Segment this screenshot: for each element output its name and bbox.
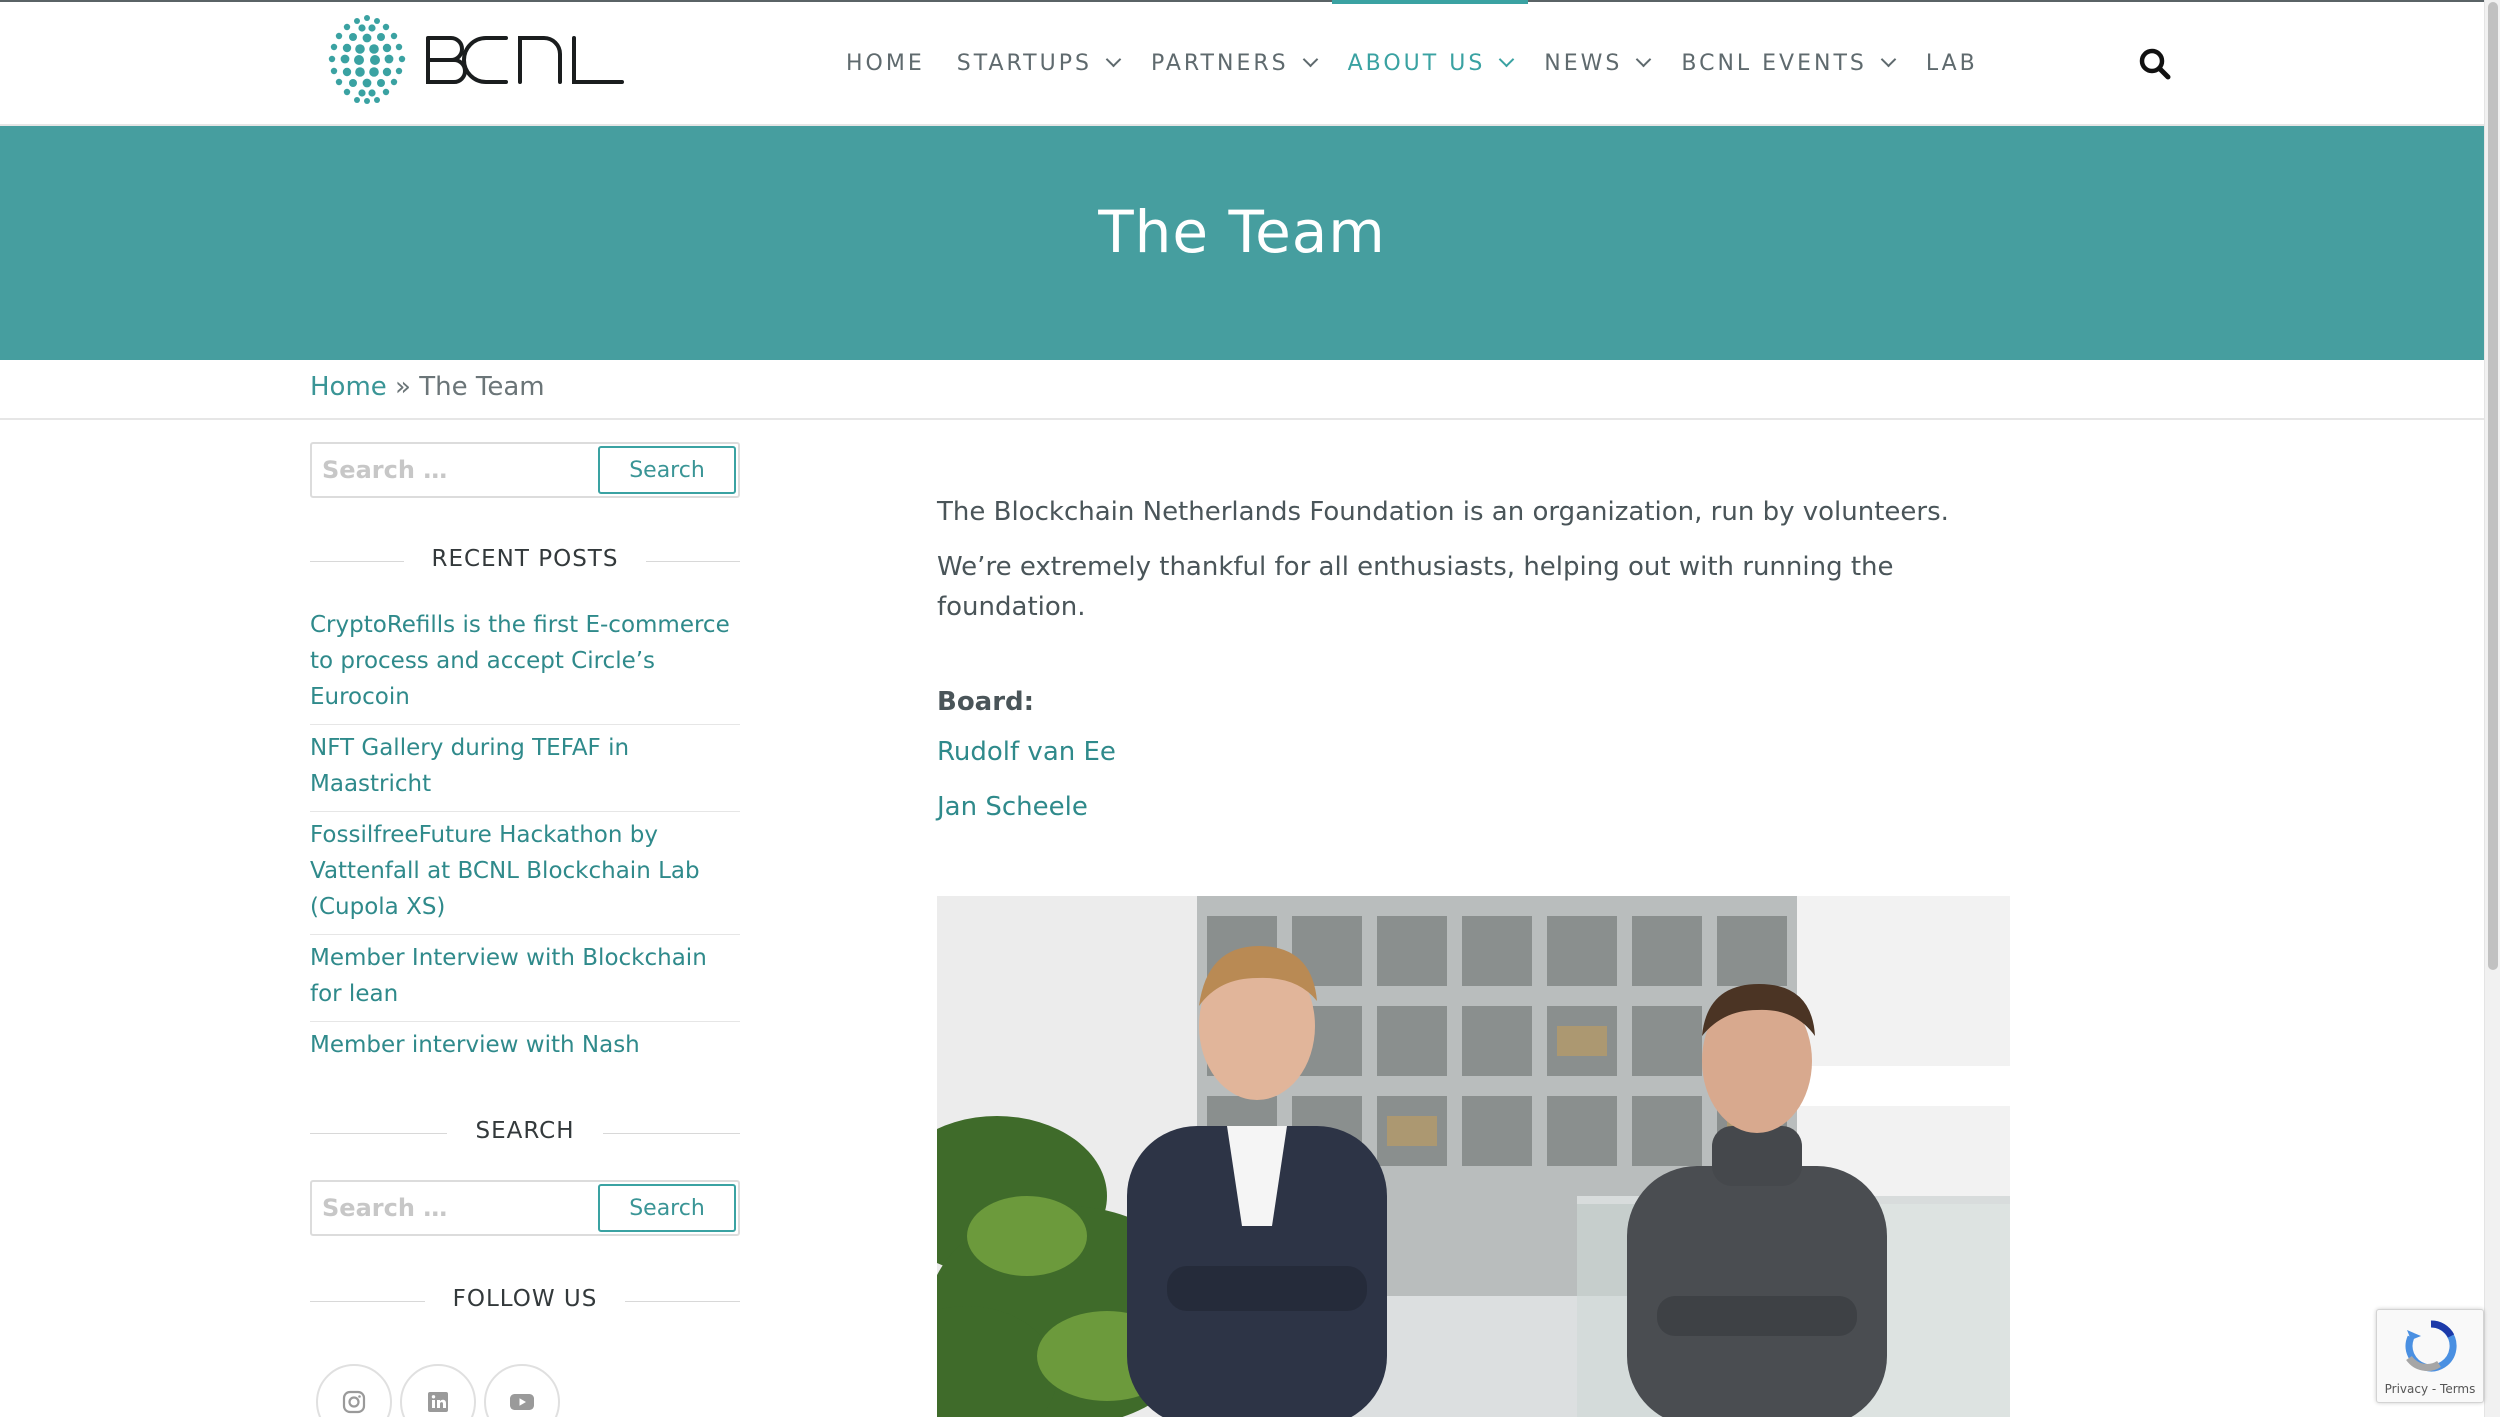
nav-bcnl-events[interactable]: BCNL EVENTS	[1665, 2, 1910, 124]
board-photo	[937, 896, 2010, 1417]
recent-post-link[interactable]: Member Interview with Blockchain for lea…	[310, 935, 740, 1022]
recent-posts-heading: RECENT POSTS	[310, 546, 740, 576]
chevron-down-icon	[1302, 51, 1318, 67]
page-title: The Team	[1098, 198, 1386, 266]
intro-paragraph: The Blockchain Netherlands Foundation is…	[937, 497, 1949, 527]
board-member-link[interactable]: Rudolf van Ee	[937, 732, 2017, 772]
board-heading: Board:	[937, 687, 1035, 717]
nav-home-label: HOME	[846, 50, 925, 76]
recent-post-link[interactable]: NFT Gallery during TEFAF in Maastricht	[310, 725, 740, 812]
sidebar: Search RECENT POSTS CryptoRefills is the…	[310, 442, 740, 1417]
search-input[interactable]	[312, 444, 597, 496]
recent-post-link[interactable]: FossilfreeFuture Hackathon by Vattenfall…	[310, 812, 740, 935]
breadcrumb-separator: »	[395, 372, 411, 402]
nav-lab-label: LAB	[1925, 50, 1978, 76]
page-scrollbar[interactable]	[2484, 0, 2500, 1417]
main-content: The Blockchain Netherlands Foundation is…	[937, 492, 2017, 827]
search-icon[interactable]	[2138, 47, 2172, 81]
nav-about-us-label: ABOUT US	[1347, 50, 1486, 76]
youtube-icon[interactable]	[484, 1364, 560, 1417]
recaptcha-icon	[2405, 1320, 2457, 1372]
breadcrumb-current: The Team	[419, 372, 545, 402]
sidebar-search-form: Search	[310, 442, 740, 498]
site-header: HOME STARTUPS PARTNERS ABOUT US NEWS BCN…	[0, 0, 2484, 126]
board-member-link[interactable]: Jan Scheele	[937, 787, 2017, 827]
thanks-paragraph: We’re extremely thankful for all enthusi…	[937, 552, 1894, 622]
nav-news[interactable]: NEWS	[1528, 2, 1665, 124]
chevron-down-icon	[1636, 51, 1652, 67]
breadcrumb-divider	[0, 418, 2484, 420]
search-button[interactable]: Search	[598, 446, 736, 494]
nav-about-us[interactable]: ABOUT US	[1331, 0, 1529, 124]
follow-us-heading: FOLLOW US	[310, 1286, 740, 1316]
recent-post-link[interactable]: Member interview with Nash	[310, 1022, 740, 1072]
chevron-down-icon	[1499, 51, 1515, 67]
recent-posts-title: RECENT POSTS	[403, 546, 647, 572]
sidebar-search-form-2: Search	[310, 1180, 740, 1236]
nav-startups[interactable]: STARTUPS	[941, 2, 1135, 124]
nav-home[interactable]: HOME	[830, 2, 941, 124]
nav-partners-label: PARTNERS	[1150, 50, 1289, 76]
search-widget-heading: SEARCH	[310, 1118, 740, 1148]
nav-partners[interactable]: PARTNERS	[1135, 2, 1332, 124]
breadcrumb: Home » The Team	[310, 372, 545, 402]
recent-posts-list: CryptoRefills is the first E-commerce to…	[310, 602, 740, 1072]
search-button-2[interactable]: Search	[598, 1184, 736, 1232]
nav-startups-label: STARTUPS	[956, 50, 1092, 76]
recaptcha-terms[interactable]: Privacy - Terms	[2377, 1382, 2483, 1396]
chevron-down-icon	[1105, 51, 1122, 67]
nav-bcnl-events-label: BCNL EVENTS	[1681, 50, 1867, 76]
follow-us-title: FOLLOW US	[424, 1286, 626, 1312]
bcnl-logo[interactable]	[320, 12, 625, 104]
chevron-down-icon	[1880, 51, 1897, 67]
search-input-2[interactable]	[312, 1182, 597, 1234]
social-links	[310, 1364, 740, 1417]
search-widget-title: SEARCH	[447, 1118, 603, 1144]
scrollbar-thumb[interactable]	[2488, 2, 2498, 970]
page-hero: The Team	[0, 126, 2484, 360]
linkedin-icon[interactable]	[400, 1364, 476, 1417]
recaptcha-badge[interactable]: Privacy - Terms	[2376, 1309, 2484, 1403]
instagram-icon[interactable]	[316, 1364, 392, 1417]
breadcrumb-home-link[interactable]: Home	[310, 372, 387, 402]
nav-lab[interactable]: LAB	[1910, 2, 1994, 124]
main-nav: HOME STARTUPS PARTNERS ABOUT US NEWS BCN…	[830, 0, 1994, 124]
nav-news-label: NEWS	[1544, 50, 1623, 76]
recent-post-link[interactable]: CryptoRefills is the first E-commerce to…	[310, 602, 740, 725]
